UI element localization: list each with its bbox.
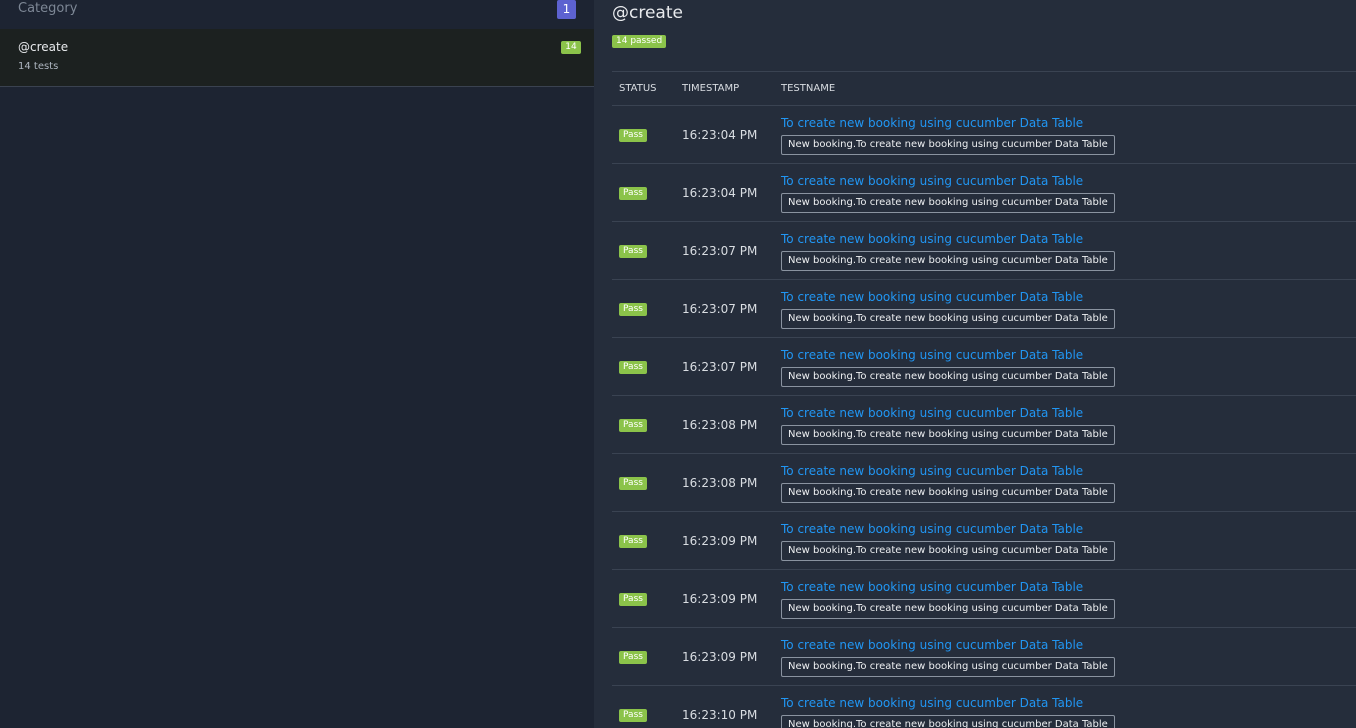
timestamp-cell: 16:23:08 PM (682, 418, 758, 432)
status-badge: Pass (619, 477, 647, 490)
timestamp-cell: 16:23:07 PM (682, 302, 758, 316)
status-badge: Pass (619, 245, 647, 258)
test-full-name-tag: New booking.To create new booking using … (781, 541, 1115, 561)
category-item-create[interactable]: @create 14 tests 14 (0, 29, 594, 87)
test-name-link[interactable]: To create new booking using cucumber Dat… (781, 522, 1083, 536)
status-badge: Pass (619, 535, 647, 548)
table-row: Pass 16:23:08 PM To create new booking usi… (612, 454, 1356, 512)
test-full-name-tag: New booking.To create new booking using … (781, 193, 1115, 213)
table-header: STATUS TIMESTAMP TESTNAME (612, 72, 1356, 106)
category-count-badge: 1 (557, 0, 576, 19)
table-row: Pass 16:23:04 PM To create new booking usi… (612, 106, 1356, 164)
test-full-name-tag: New booking.To create new booking using … (781, 309, 1115, 329)
status-badge: Pass (619, 129, 647, 142)
timestamp-cell: 16:23:08 PM (682, 476, 758, 490)
test-name-link[interactable]: To create new booking using cucumber Dat… (781, 696, 1083, 710)
column-header-testname: TESTNAME (781, 83, 836, 94)
status-badge: Pass (619, 361, 647, 374)
column-header-status: STATUS (619, 83, 657, 94)
table-row: Pass 16:23:04 PM To create new booking usi… (612, 164, 1356, 222)
table-row: Pass 16:23:07 PM To create new booking usi… (612, 222, 1356, 280)
status-badge: Pass (619, 709, 647, 722)
timestamp-cell: 16:23:04 PM (682, 186, 758, 200)
table-row: Pass 16:23:09 PM To create new booking usi… (612, 570, 1356, 628)
status-badge: Pass (619, 651, 647, 664)
page-title: @create (612, 3, 683, 23)
timestamp-cell: 16:23:07 PM (682, 244, 758, 258)
test-name-link[interactable]: To create new booking using cucumber Dat… (781, 638, 1083, 652)
test-name-link[interactable]: To create new booking using cucumber Dat… (781, 116, 1083, 130)
table-row: Pass 16:23:07 PM To create new booking usi… (612, 338, 1356, 396)
table-row: Pass 16:23:09 PM To create new booking usi… (612, 628, 1356, 686)
category-item-count-badge: 14 (561, 41, 581, 54)
timestamp-cell: 16:23:09 PM (682, 534, 758, 548)
category-detail-panel: @create 14 passed STATUS TIMESTAMP TESTN… (594, 0, 1356, 728)
test-name-link[interactable]: To create new booking using cucumber Dat… (781, 464, 1083, 478)
test-full-name-tag: New booking.To create new booking using … (781, 483, 1115, 503)
test-full-name-tag: New booking.To create new booking using … (781, 135, 1115, 155)
timestamp-cell: 16:23:09 PM (682, 592, 758, 606)
tests-table: STATUS TIMESTAMP TESTNAME Pass 16:23:04 P… (612, 71, 1356, 728)
test-full-name-tag: New booking.To create new booking using … (781, 367, 1115, 387)
test-full-name-tag: New booking.To create new booking using … (781, 425, 1115, 445)
test-name-link[interactable]: To create new booking using cucumber Dat… (781, 406, 1083, 420)
sidebar-header: Category 1 (0, 0, 594, 29)
table-row: Pass 16:23:09 PM To create new booking usi… (612, 512, 1356, 570)
timestamp-cell: 16:23:04 PM (682, 128, 758, 142)
column-header-timestamp: TIMESTAMP (682, 83, 740, 94)
test-name-link[interactable]: To create new booking using cucumber Dat… (781, 290, 1083, 304)
test-name-link[interactable]: To create new booking using cucumber Dat… (781, 232, 1083, 246)
table-row: Pass 16:23:08 PM To create new booking usi… (612, 396, 1356, 454)
test-name-link[interactable]: To create new booking using cucumber Dat… (781, 174, 1083, 188)
table-row: Pass 16:23:07 PM To create new booking usi… (612, 280, 1356, 338)
test-full-name-tag: New booking.To create new booking using … (781, 599, 1115, 619)
test-name-link[interactable]: To create new booking using cucumber Dat… (781, 348, 1083, 362)
test-full-name-tag: New booking.To create new booking using … (781, 715, 1115, 728)
status-badge: Pass (619, 187, 647, 200)
timestamp-cell: 16:23:07 PM (682, 360, 758, 374)
category-item-label: @create (18, 40, 69, 54)
sidebar-title: Category (18, 1, 78, 16)
passed-badge: 14 passed (612, 35, 667, 48)
table-row: Pass 16:23:10 PM To create new booking usi… (612, 686, 1356, 728)
test-full-name-tag: New booking.To create new booking using … (781, 251, 1115, 271)
table-body: Pass 16:23:04 PM To create new booking usi… (612, 106, 1356, 728)
status-badge: Pass (619, 419, 647, 432)
timestamp-cell: 16:23:09 PM (682, 650, 758, 664)
category-sidebar: Category 1 @create 14 tests 14 (0, 0, 594, 728)
status-badge: Pass (619, 303, 647, 316)
category-item-test-count: 14 tests (18, 61, 59, 72)
timestamp-cell: 16:23:10 PM (682, 708, 758, 722)
test-full-name-tag: New booking.To create new booking using … (781, 657, 1115, 677)
test-name-link[interactable]: To create new booking using cucumber Dat… (781, 580, 1083, 594)
status-badge: Pass (619, 593, 647, 606)
